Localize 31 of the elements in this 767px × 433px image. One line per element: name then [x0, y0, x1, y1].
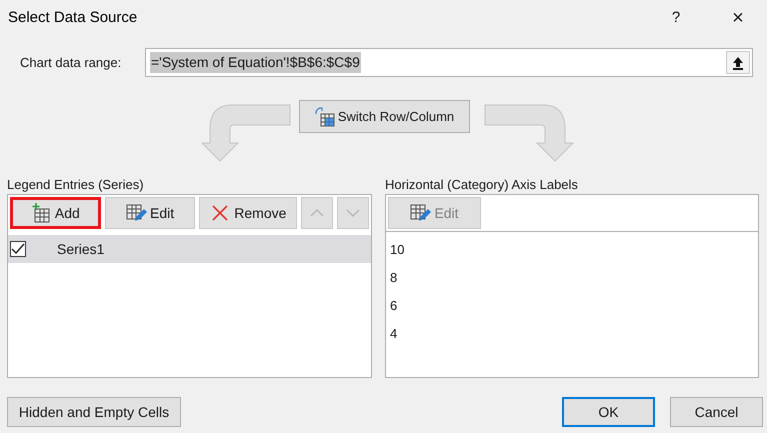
axis-label-item: 6: [390, 297, 398, 315]
help-button[interactable]: ?: [661, 3, 691, 33]
collapse-button[interactable]: [726, 51, 750, 74]
series-item[interactable]: Series1: [8, 235, 371, 263]
axis-label-item: 4: [390, 325, 398, 343]
dialog-button[interactable]: Hidden and Empty Cells: [7, 397, 181, 427]
chevron-down-icon: [346, 208, 360, 218]
section-label: Horizontal (Category) Axis Labels: [385, 176, 579, 194]
dialog-button[interactable]: OK: [562, 397, 655, 427]
check-icon: [11, 243, 25, 255]
range-field[interactable]: ='System of Equation'!$B$6:$C$9: [145, 48, 753, 77]
add-button[interactable]: Add: [10, 197, 101, 229]
table-plus-icon: [30, 203, 52, 223]
field-label: Chart data range:: [20, 54, 122, 72]
close-button[interactable]: ×: [723, 3, 753, 33]
window-title: Select Data Source: [8, 8, 138, 28]
upload-icon: [732, 56, 744, 70]
table-pencil-icon: [410, 203, 432, 223]
axis-label-item: 8: [390, 269, 398, 287]
table-arrows-icon: [314, 106, 335, 126]
switch-row-column-button[interactable]: Switch Row/Column: [299, 100, 470, 133]
table-pencil-icon: [126, 203, 148, 223]
dialog-button[interactable]: Cancel: [670, 397, 763, 427]
remove-button[interactable]: Remove: [199, 197, 298, 229]
axis-label-item: 10: [390, 241, 406, 259]
checkbox[interactable]: [10, 241, 26, 257]
chevron-up-icon: [310, 208, 324, 218]
curved-arrow-icon: [483, 103, 575, 163]
section-label: Legend Entries (Series): [7, 176, 145, 194]
edit-button[interactable]: Edit: [104, 197, 196, 229]
curved-arrow-icon: [202, 103, 292, 163]
